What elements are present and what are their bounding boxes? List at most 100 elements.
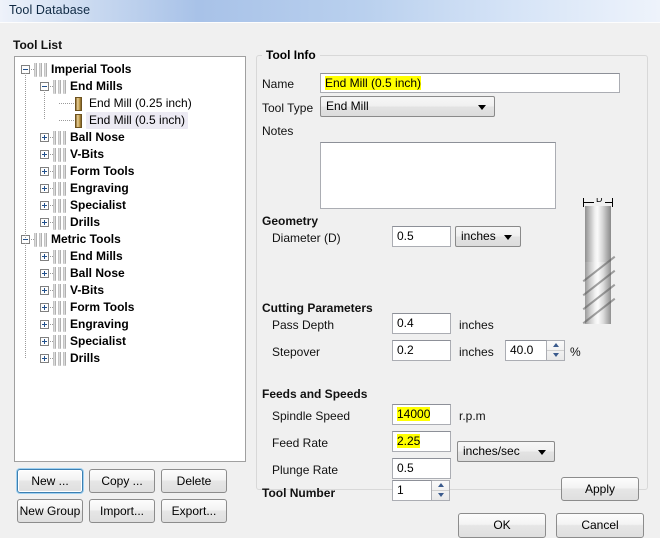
tree-item-label: Form Tools — [70, 164, 135, 178]
stepper-down[interactable] — [547, 351, 564, 361]
stepover-percent-input[interactable]: 40.0 — [505, 340, 547, 361]
tool-group-icon — [53, 352, 68, 366]
cancel-button[interactable]: Cancel — [556, 513, 644, 538]
expand-icon[interactable] — [40, 133, 49, 142]
spindle-speed-input[interactable]: 14000 — [392, 404, 451, 425]
tree-item-label: Drills — [70, 351, 101, 365]
expand-icon[interactable] — [40, 252, 49, 261]
feeds-and-speeds-title: Feeds and Speeds — [262, 387, 368, 401]
name-input-value: End Mill (0.5 inch) — [325, 76, 422, 90]
tool-group-icon — [53, 267, 68, 281]
expand-icon[interactable] — [40, 201, 49, 210]
tree-item-label: Engraving — [70, 181, 129, 195]
expand-icon[interactable] — [40, 337, 49, 346]
tool-info-group-title: Tool Info — [262, 48, 320, 62]
expand-icon[interactable] — [40, 218, 49, 227]
end-mill-icon — [75, 97, 82, 111]
stepper-up[interactable] — [432, 481, 449, 491]
tree-item-label: End Mill (0.5 inch) — [86, 112, 189, 129]
tool-database-dialog: Tool Database Tool List Imperial Tools En… — [0, 0, 660, 538]
tool-preview-image: D — [570, 198, 628, 331]
copy-tool-button[interactable]: Copy ... — [89, 469, 155, 493]
tool-group-icon — [34, 233, 49, 247]
stepover-input[interactable]: 0.2 — [392, 340, 451, 361]
expand-icon[interactable] — [40, 354, 49, 363]
apply-button[interactable]: Apply — [561, 477, 639, 501]
stepover-units: inches — [459, 345, 494, 359]
expand-icon[interactable] — [40, 303, 49, 312]
expand-icon[interactable] — [40, 150, 49, 159]
export-button[interactable]: Export... — [161, 499, 227, 523]
feed-rate-units-value: inches/sec — [463, 444, 520, 458]
triangle-down-icon — [437, 493, 444, 498]
plunge-rate-input[interactable]: 0.5 — [392, 458, 451, 479]
tree-item-label: End Mill (0.25 inch) — [89, 96, 192, 110]
tool-type-select[interactable]: End Mill — [320, 96, 495, 117]
stepover-percent-stepper[interactable] — [547, 340, 565, 361]
window-title: Tool Database — [9, 3, 91, 17]
tree-item-label: Ball Nose — [70, 130, 125, 144]
spindle-speed-units: r.p.m — [459, 409, 486, 423]
chevron-down-icon — [538, 449, 546, 455]
tree-connector — [25, 73, 26, 222]
geometry-title: Geometry — [262, 214, 319, 228]
tree-item-label: Ball Nose — [70, 266, 125, 280]
expand-icon[interactable] — [40, 286, 49, 295]
triangle-down-icon — [552, 353, 559, 358]
tree-item-label: Specialist — [70, 198, 127, 212]
tool-group-icon — [53, 301, 68, 315]
dimension-arrow-left — [583, 198, 584, 207]
tree-item-label: Specialist — [70, 334, 127, 348]
delete-tool-button[interactable]: Delete — [161, 469, 227, 493]
pass-depth-input[interactable]: 0.4 — [392, 313, 451, 334]
triangle-up-icon — [552, 343, 559, 348]
new-group-button[interactable]: New Group — [17, 499, 83, 523]
expand-icon[interactable] — [40, 269, 49, 278]
expand-icon[interactable] — [40, 167, 49, 176]
tool-tree[interactable]: Imperial Tools End Mills End Mill (0.25 in… — [14, 56, 246, 462]
tool-shank — [585, 206, 611, 262]
percent-symbol: % — [570, 345, 581, 359]
tool-number-input[interactable]: 1 — [392, 480, 432, 501]
name-input[interactable]: End Mill (0.5 inch) — [320, 73, 620, 93]
tool-group-icon — [53, 148, 68, 162]
tree-connector — [25, 243, 26, 358]
dialog-client-area: Tool List Imperial Tools End Mills End Mil… — [0, 22, 660, 538]
tool-group-icon — [53, 182, 68, 196]
diameter-units-select[interactable]: inches — [455, 226, 521, 247]
diameter-label: Diameter (D) — [272, 231, 341, 245]
diameter-input[interactable]: 0.5 — [392, 226, 451, 247]
dimension-arrow-right — [612, 198, 613, 207]
tool-group-icon — [53, 165, 68, 179]
tool-group-icon — [53, 80, 68, 94]
cutting-parameters-title: Cutting Parameters — [262, 301, 373, 315]
feed-rate-label: Feed Rate — [272, 436, 329, 450]
stepper-up[interactable] — [547, 341, 564, 351]
tool-group-icon — [53, 284, 68, 298]
pass-depth-label: Pass Depth — [272, 318, 335, 332]
feed-rate-units-select[interactable]: inches/sec — [457, 441, 555, 462]
expand-icon[interactable] — [40, 320, 49, 329]
tree-item-label: End Mills — [70, 79, 123, 93]
new-tool-button[interactable]: New ... — [17, 469, 83, 493]
tool-tree-nodes: Imperial Tools End Mills End Mill (0.25 in… — [15, 57, 245, 461]
chevron-down-icon — [504, 234, 512, 240]
notes-textarea[interactable] — [320, 142, 556, 209]
import-button[interactable]: Import... — [89, 499, 155, 523]
tree-item-label: Imperial Tools — [51, 62, 132, 76]
plunge-rate-label: Plunge Rate — [272, 463, 339, 477]
window-title-bar: Tool Database — [0, 0, 660, 23]
spindle-speed-label: Spindle Speed — [272, 409, 351, 423]
stepover-label: Stepover — [272, 345, 321, 359]
stepper-down[interactable] — [432, 491, 449, 501]
triangle-up-icon — [437, 483, 444, 488]
spindle-speed-value: 14000 — [397, 407, 431, 421]
ok-button[interactable]: OK — [458, 513, 546, 538]
tree-item-label: Engraving — [70, 317, 129, 331]
tree-item-label: V-Bits — [70, 283, 105, 297]
feed-rate-input[interactable]: 2.25 — [392, 431, 451, 452]
tool-number-stepper[interactable] — [432, 480, 450, 501]
expand-icon[interactable] — [40, 184, 49, 193]
tool-group-icon — [53, 250, 68, 264]
notes-label: Notes — [262, 124, 294, 138]
